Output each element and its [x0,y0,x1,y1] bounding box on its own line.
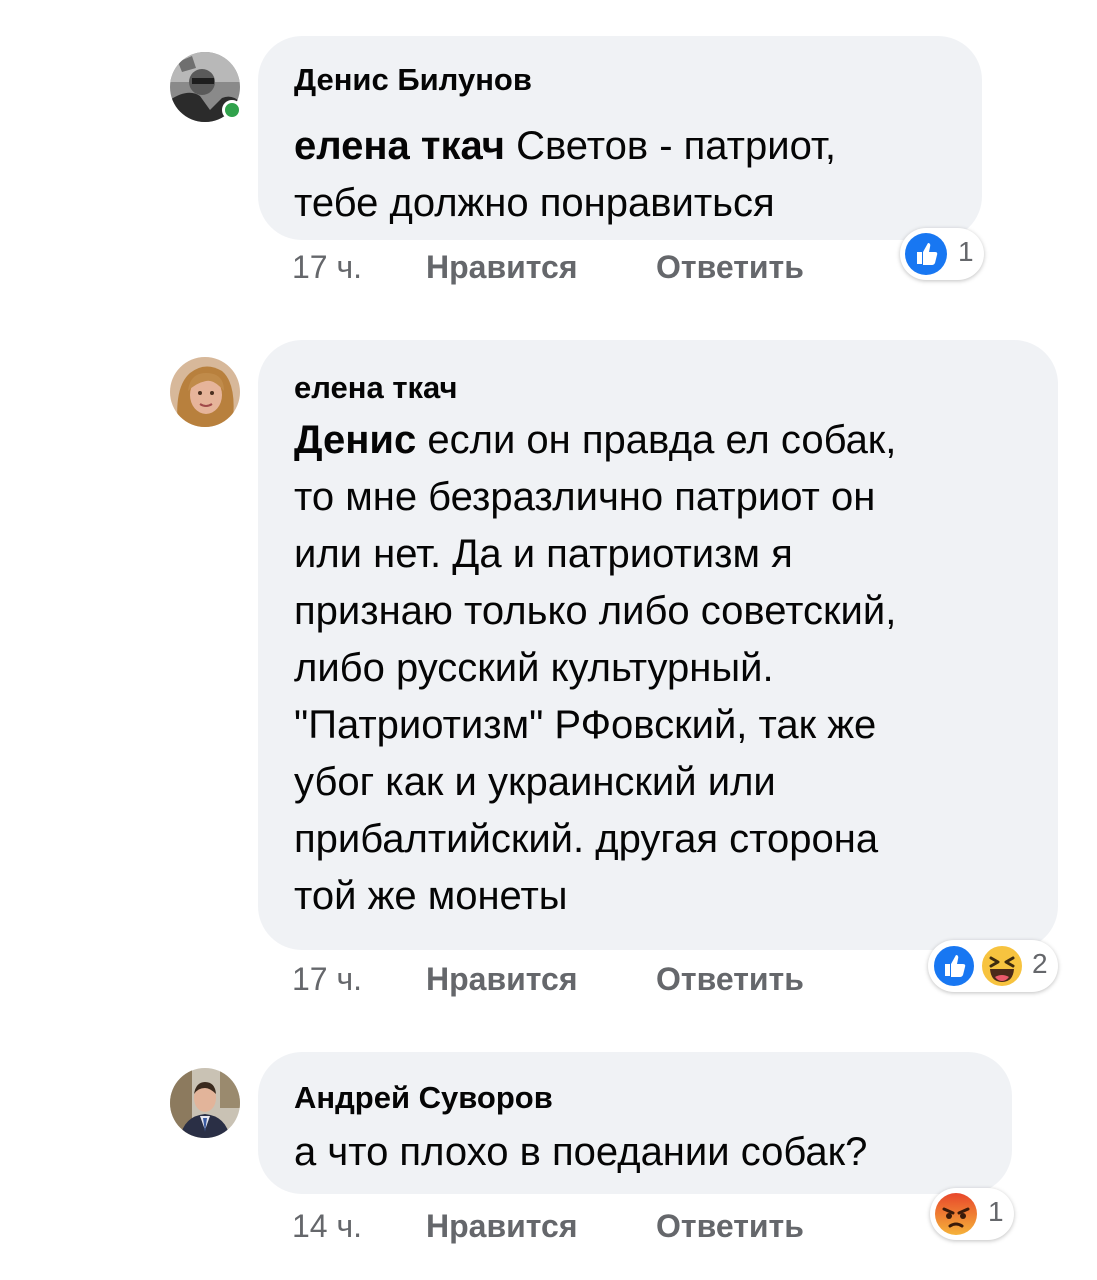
comment-author[interactable]: Денис Билунов [294,62,532,98]
comment-text: елена ткач Светов - патриот, тебе должно… [294,118,836,232]
mention-link[interactable]: Денис [294,418,416,462]
comment-line: "Патриотизм" РФовский, так же [294,703,877,747]
online-status-indicator [222,100,242,120]
comment-line-text: Светов - патриот, [516,124,836,168]
comment-line: либо русский культурный. [294,646,774,690]
avatar[interactable] [170,1068,240,1138]
comment-author[interactable]: елена ткач [294,370,458,406]
avatar-photo [170,357,240,427]
like-button[interactable]: Нравится [426,961,578,998]
angry-icon [935,1193,977,1235]
timestamp[interactable]: 17 ч. [292,961,362,998]
comment-bubble: Андрей Суворов а что плохо в поедании со… [258,1052,1012,1194]
timestamp[interactable]: 17 ч. [292,249,362,286]
like-icon [905,233,947,275]
reaction-count: 1 [988,1196,1004,1227]
comment-author[interactable]: Андрей Суворов [294,1080,553,1116]
avatar-photo [170,1068,240,1138]
reply-button[interactable]: Ответить [656,961,804,998]
haha-icon [980,944,1024,988]
comment-line: тебе должно понравиться [294,181,775,225]
reactions-summary[interactable]: 1 [930,1188,1014,1240]
comment-line: той же монеты [294,874,568,918]
comment-line: или нет. Да и патриотизм я [294,532,793,576]
mention-link[interactable]: елена ткач [294,124,505,168]
comment-line: то мне безразлично патриот он [294,475,876,519]
like-icon [932,944,976,988]
comment-text: а что плохо в поедании собак? [294,1124,867,1181]
comment-line: убог как и украинский или [294,760,776,804]
comment-line: а что плохо в поедании собак? [294,1130,868,1174]
reaction-count: 1 [958,236,974,267]
reactions-summary[interactable]: 1 [900,228,984,280]
timestamp[interactable]: 14 ч. [292,1208,362,1245]
avatar[interactable] [170,357,240,427]
like-button[interactable]: Нравится [426,1208,578,1245]
comment-line: признаю только либо советский, [294,589,897,633]
reaction-count: 2 [1032,948,1048,979]
avatar[interactable] [170,52,242,122]
comment-text: Денис если он правда ел собак, то мне бе… [294,412,896,925]
reply-button[interactable]: Ответить [656,249,804,286]
comment-bubble: Денис Билунов елена ткач Светов - патрио… [258,36,982,240]
reactions-summary[interactable]: 2 [928,940,1058,992]
comment-bubble: елена ткач Денис если он правда ел собак… [258,340,1058,950]
like-button[interactable]: Нравится [426,249,578,286]
comment-line: елена ткач Светов - патриот, [294,118,836,175]
comment-line: прибалтийский. другая сторона [294,817,879,861]
comment-line-text: если он правда ел собак, [427,418,897,462]
reply-button[interactable]: Ответить [656,1208,804,1245]
comment-line: Денис если он правда ел собак, [294,412,896,469]
